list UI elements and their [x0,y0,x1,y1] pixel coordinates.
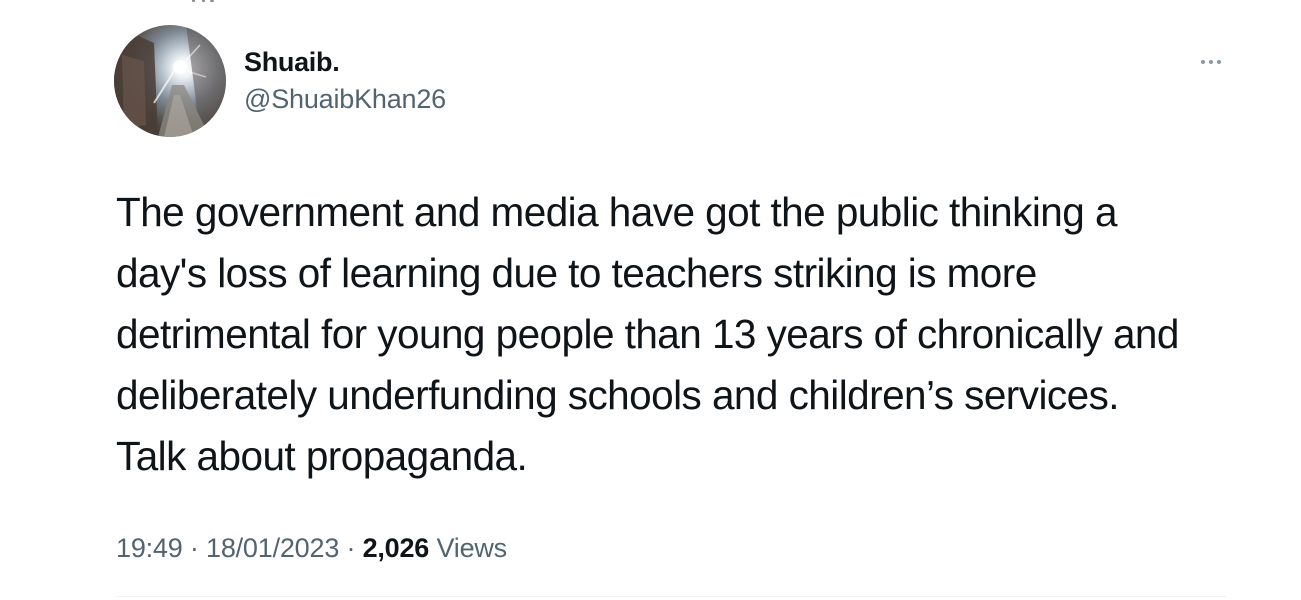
previous-tweet-edge [190,0,220,2]
meta-separator: · [346,533,356,563]
tweet-text-line: The government and media have got the pu… [116,189,1117,235]
more-horizontal-icon [1209,60,1213,64]
more-horizontal-icon [1201,60,1205,64]
tweet-text: The government and media have got the pu… [116,182,1256,487]
views-count: 2,026 [362,533,430,563]
tweet-metadata: 19:49 · 18/01/2023 · 2,026 Views [116,531,507,565]
more-options-button[interactable] [1193,52,1229,72]
profile-photo-icon [114,25,226,137]
tweet-text-line: day's loss of learning due to teachers s… [116,250,1037,296]
author-display-name[interactable]: Shuaib. [244,45,446,79]
tweet-date[interactable]: 18/01/2023 [206,533,339,563]
more-horizontal-icon [1217,60,1221,64]
author-info: Shuaib. @ShuaibKhan26 [244,45,446,116]
tweet-text-line: deliberately underfunding schools and ch… [116,372,1120,418]
meta-separator: · [189,533,199,563]
author-handle[interactable]: @ShuaibKhan26 [244,82,446,116]
views-label: Views [436,533,507,563]
tweet-time[interactable]: 19:49 [116,533,183,563]
tweet-detail: Shuaib. @ShuaibKhan26 The government and… [0,0,1301,600]
tweet-text-line: detrimental for young people than 13 yea… [116,311,1179,357]
tweet-text-line: Talk about propaganda. [116,433,528,479]
avatar[interactable] [114,25,226,137]
divider [115,596,1226,597]
